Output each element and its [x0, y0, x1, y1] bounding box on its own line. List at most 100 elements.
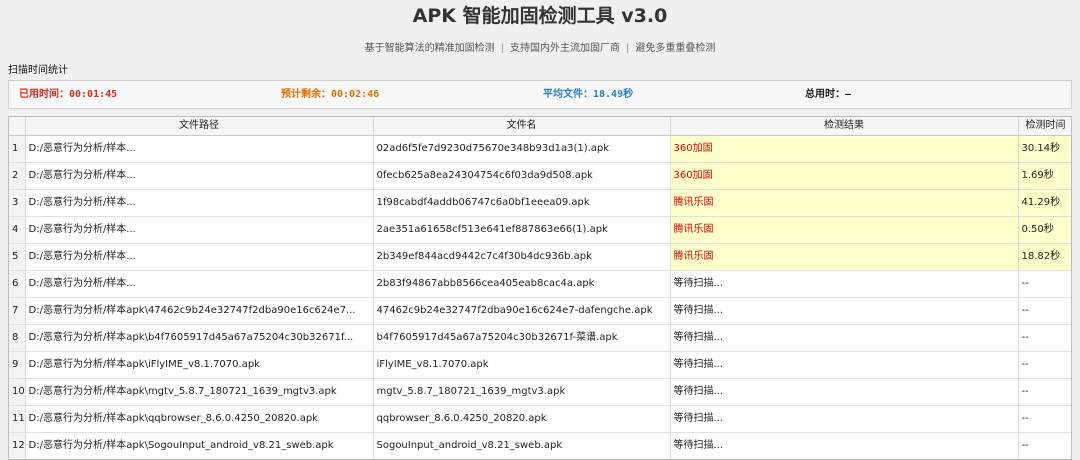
- row-detection-result: 腾讯乐固: [670, 243, 1019, 271]
- row-file-path: D:/恶意行为分析/样本apk\mgtv_5.8.7_180721_1639_m…: [25, 378, 374, 406]
- table-row[interactable]: 3 D:/恶意行为分析/样本... 1f98cabdf4addb06747c6a0b…: [9, 189, 1071, 217]
- average-time-label: 平均文件：: [543, 89, 593, 100]
- row-index: 12: [9, 432, 26, 459]
- table-row[interactable]: 5 D:/恶意行为分析/样本... 2b349ef844acd9442c7c4f30…: [9, 243, 1071, 271]
- row-detection-result: 等待扫描...: [670, 432, 1019, 459]
- table-row[interactable]: 11 D:/恶意行为分析/样本apk\qqbrowser_8.6.0.4250_2…: [9, 405, 1071, 433]
- results-table[interactable]: 文件路径 文件名 检测结果 检测时间 1 D:/恶意行为分析/样本... 02ad6…: [8, 116, 1072, 460]
- row-index: 10: [9, 378, 26, 406]
- row-file-path: D:/恶意行为分析/样本...: [25, 135, 374, 163]
- row-index: 7: [9, 297, 26, 325]
- subtitle-feature-1: 基于智能算法的精准加固检测: [364, 43, 495, 54]
- row-detection-time: --: [1018, 324, 1071, 352]
- row-detection-result: 等待扫描...: [670, 297, 1019, 325]
- elapsed-time-label: 已用时间：: [19, 89, 69, 100]
- subtitle-feature-2: 支持国内外主流加固厂商: [510, 43, 620, 54]
- row-index: 8: [9, 324, 26, 352]
- app-subtitle: 基于智能算法的精准加固检测 | 支持国内外主流加固厂商 | 避免多重重叠检测: [0, 41, 1080, 57]
- row-detection-time: 1.69秒: [1018, 162, 1071, 190]
- table-row[interactable]: 2 D:/恶意行为分析/样本... 0fecb625a8ea24304754c6f0…: [9, 162, 1071, 190]
- row-file-name: 2b83f94867abb8566cea405eab8cac4a.apk: [373, 270, 671, 298]
- row-detection-result: 等待扫描...: [670, 351, 1019, 379]
- row-index: 6: [9, 270, 26, 298]
- row-detection-time: 30.14秒: [1018, 135, 1071, 163]
- row-detection-result: 等待扫描...: [670, 270, 1019, 298]
- row-detection-result: 等待扫描...: [670, 324, 1019, 352]
- subtitle-feature-3: 避免多重重叠检测: [635, 43, 716, 54]
- row-detection-result: 等待扫描...: [670, 405, 1019, 433]
- row-file-name: SogouInput_android_v8.21_sweb.apk: [373, 432, 671, 459]
- remaining-time-label: 预计剩余：: [281, 89, 331, 100]
- row-index: 1: [9, 135, 26, 163]
- row-file-path: D:/恶意行为分析/样本...: [25, 162, 374, 190]
- row-detection-time: --: [1018, 297, 1071, 325]
- row-detection-time: --: [1018, 405, 1071, 433]
- row-index: 5: [9, 243, 26, 271]
- row-file-path: D:/恶意行为分析/样本apk\b4f7605917d45a67a75204c3…: [25, 324, 374, 352]
- remaining-time-value: 00:02:46: [331, 89, 380, 100]
- total-time-label: 总用时：: [805, 89, 845, 100]
- table-row[interactable]: 6 D:/恶意行为分析/样本... 2b83f94867abb8566cea405e…: [9, 270, 1071, 298]
- elapsed-time-value: 00:01:45: [69, 89, 118, 100]
- row-file-path: D:/恶意行为分析/样本...: [25, 243, 374, 271]
- row-file-name: 02ad6f5fe7d9230d75670e348b93d1a3(1).apk: [373, 135, 671, 163]
- row-file-path: D:/恶意行为分析/样本apk\qqbrowser_8.6.0.4250_208…: [25, 405, 374, 433]
- row-file-path: D:/恶意行为分析/样本...: [25, 270, 374, 298]
- row-file-name: 0fecb625a8ea24304754c6f03da9d508.apk: [373, 162, 671, 190]
- header-index: [9, 117, 26, 136]
- header-file-path[interactable]: 文件路径: [25, 117, 374, 136]
- row-file-path: D:/恶意行为分析/样本...: [25, 216, 374, 244]
- table-row[interactable]: 7 D:/恶意行为分析/样本apk\47462c9b24e32747f2dba90…: [9, 297, 1071, 325]
- row-detection-time: --: [1018, 270, 1071, 298]
- remaining-time-stat: 预计剩余：00:02:46: [281, 87, 379, 103]
- row-detection-time: --: [1018, 378, 1071, 406]
- table-row[interactable]: 8 D:/恶意行为分析/样本apk\b4f7605917d45a67a75204c…: [9, 324, 1071, 352]
- row-file-name: qqbrowser_8.6.0.4250_20820.apk: [373, 405, 671, 433]
- table-row[interactable]: 4 D:/恶意行为分析/样本... 2ae351a61658cf513e641ef8…: [9, 216, 1071, 244]
- row-detection-time: --: [1018, 432, 1071, 459]
- row-index: 11: [9, 405, 26, 433]
- row-file-path: D:/恶意行为分析/样本apk\47462c9b24e32747f2dba90e…: [25, 297, 374, 325]
- row-detection-result: 腾讯乐固: [670, 216, 1019, 244]
- row-index: 2: [9, 162, 26, 190]
- row-file-path: D:/恶意行为分析/样本...: [25, 189, 374, 217]
- row-file-path: D:/恶意行为分析/样本apk\SogouInput_android_v8.21…: [25, 432, 374, 459]
- table-row[interactable]: 1 D:/恶意行为分析/样本... 02ad6f5fe7d9230d75670e34…: [9, 135, 1071, 163]
- total-time-value: —: [845, 89, 852, 100]
- subtitle-separator: |: [500, 43, 504, 54]
- row-detection-time: --: [1018, 351, 1071, 379]
- row-file-name: 1f98cabdf4addb06747c6a0bf1eeea09.apk: [373, 189, 671, 217]
- table-row[interactable]: 12 D:/恶意行为分析/样本apk\SogouInput_android_v8.…: [9, 432, 1071, 459]
- table-row[interactable]: 9 D:/恶意行为分析/样本apk\iFlyIME_v8.1.7070.apk iF…: [9, 351, 1071, 379]
- row-file-name: b4f7605917d45a67a75204c30b32671f-菜谱.apk: [373, 324, 671, 352]
- stats-section-label: 扫描时间统计: [8, 65, 68, 76]
- average-time-value: 18.49秒: [593, 89, 634, 100]
- scan-time-stats: 已用时间：00:01:45 预计剩余：00:02:46 平均文件：18.49秒 …: [8, 80, 1072, 109]
- elapsed-time-stat: 已用时间：00:01:45: [19, 87, 117, 103]
- row-detection-result: 360加固: [670, 162, 1019, 190]
- row-detection-time: 0.50秒: [1018, 216, 1071, 244]
- header-detection-result[interactable]: 检测结果: [670, 117, 1019, 136]
- row-file-name: 2ae351a61658cf513e641ef887863e66(1).apk: [373, 216, 671, 244]
- average-time-stat: 平均文件：18.49秒: [543, 87, 633, 103]
- row-detection-time: 41.29秒: [1018, 189, 1071, 217]
- row-index: 9: [9, 351, 26, 379]
- row-detection-result: 等待扫描...: [670, 378, 1019, 406]
- app-title: APK 智能加固检测工具 v3.0: [412, 5, 668, 27]
- row-index: 3: [9, 189, 26, 217]
- header-detection-time[interactable]: 检测时间: [1018, 117, 1071, 136]
- table-row[interactable]: 10 D:/恶意行为分析/样本apk\mgtv_5.8.7_180721_1639…: [9, 378, 1071, 406]
- row-file-name: iFlyIME_v8.1.7070.apk: [373, 351, 671, 379]
- row-file-path: D:/恶意行为分析/样本apk\iFlyIME_v8.1.7070.apk: [25, 351, 374, 379]
- total-time-stat: 总用时：—: [805, 87, 851, 103]
- row-file-name: 47462c9b24e32747f2dba90e16c624e7-dafengc…: [373, 297, 671, 325]
- row-detection-result: 腾讯乐固: [670, 189, 1019, 217]
- row-index: 4: [9, 216, 26, 244]
- row-file-name: mgtv_5.8.7_180721_1639_mgtv3.apk: [373, 378, 671, 406]
- row-detection-result: 360加固: [670, 135, 1019, 163]
- row-file-name: 2b349ef844acd9442c7c4f30b4dc936b.apk: [373, 243, 671, 271]
- header-file-name[interactable]: 文件名: [373, 117, 671, 136]
- row-detection-time: 18.82秒: [1018, 243, 1071, 271]
- subtitle-separator: |: [626, 43, 630, 54]
- table-header-row: 文件路径 文件名 检测结果 检测时间: [9, 117, 1071, 136]
